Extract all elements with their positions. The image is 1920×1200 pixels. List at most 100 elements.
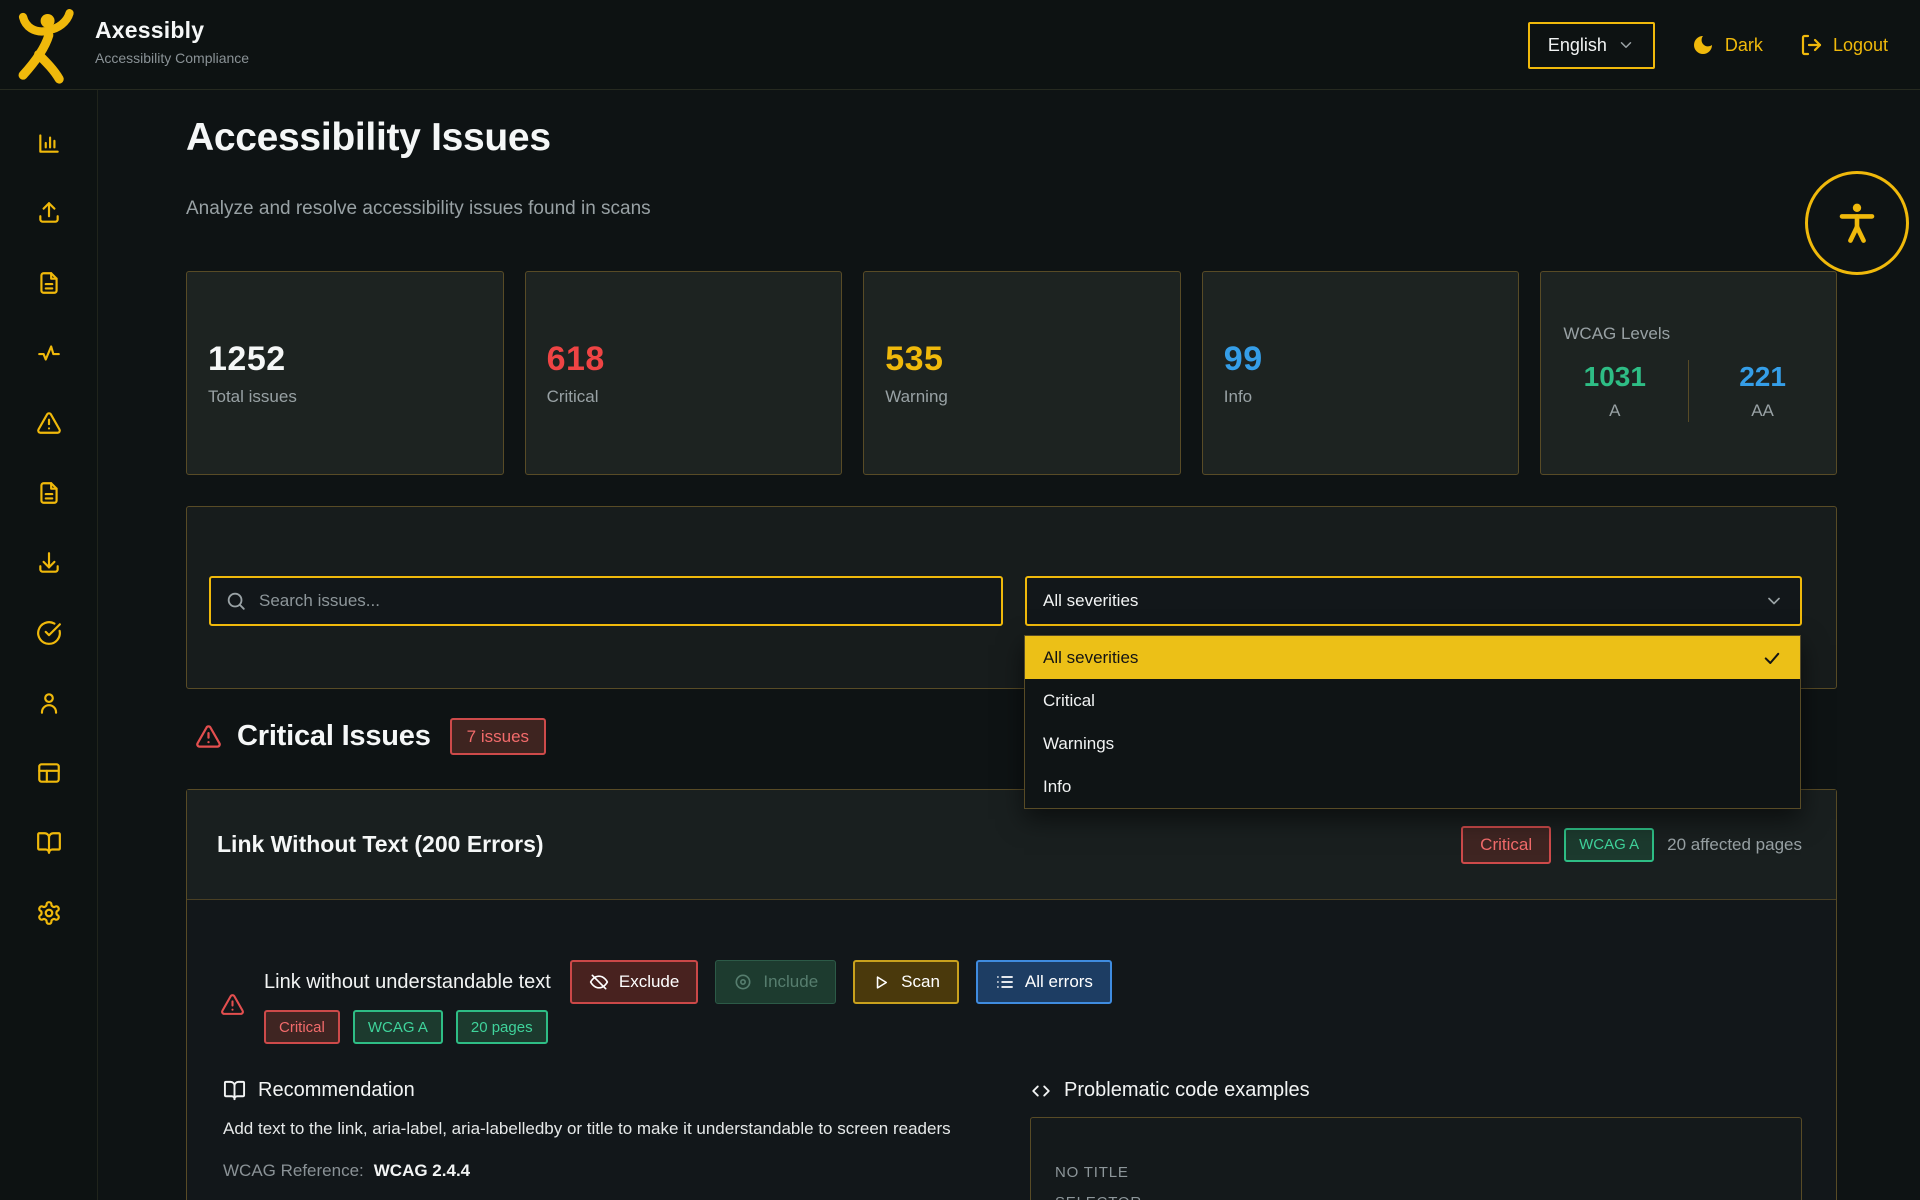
wcag-reference-row: WCAG Reference: WCAG 2.4.4 xyxy=(223,1161,1013,1181)
recommendation-section: Recommendation Add text to the link, ari… xyxy=(223,1079,1013,1181)
dropdown-option-critical[interactable]: Critical xyxy=(1025,679,1800,722)
severity-select[interactable]: All severities xyxy=(1025,576,1802,626)
eye-icon xyxy=(733,972,753,992)
sidebar-item-download-icon[interactable] xyxy=(36,550,62,576)
stat-card-info: 99 Info xyxy=(1202,271,1520,475)
total-issues-value: 1252 xyxy=(208,340,503,379)
severity-badge: Critical xyxy=(264,1010,340,1044)
list-icon xyxy=(995,972,1015,992)
language-select[interactable]: English xyxy=(1528,22,1655,69)
wcag-reference-label: WCAG Reference: xyxy=(223,1161,364,1181)
critical-issues-count-badge: 7 issues xyxy=(450,718,546,755)
severity-select-value: All severities xyxy=(1043,591,1138,611)
code-examples-section: Problematic code examples NO TITLE SELEC… xyxy=(1030,1079,1802,1200)
option-label: All severities xyxy=(1043,648,1138,668)
code-selector-label: SELECTOR xyxy=(1055,1194,1777,1200)
axessibly-logo-icon xyxy=(14,8,76,82)
exclude-label: Exclude xyxy=(619,972,679,992)
code-no-title-label: NO TITLE xyxy=(1055,1164,1777,1181)
wcag-levels-title: WCAG Levels xyxy=(1541,324,1836,344)
sidebar-item-check-circle-icon[interactable] xyxy=(36,620,62,646)
theme-toggle-label: Dark xyxy=(1725,35,1763,56)
critical-issues-title: Critical Issues xyxy=(237,720,431,753)
stat-card-total-issues: 1252 Total issues xyxy=(186,271,504,475)
sidebar-item-bar-chart-icon[interactable] xyxy=(36,130,62,156)
alert-triangle-icon xyxy=(220,992,245,1017)
play-icon xyxy=(872,973,891,992)
wcag-levels-columns: 1031 A 221 AA xyxy=(1541,360,1836,422)
book-open-icon xyxy=(223,1079,246,1102)
top-header: Axessibly Accessibility Compliance Engli… xyxy=(0,0,1920,90)
recommendation-title: Recommendation xyxy=(258,1079,415,1102)
wcag-badge: WCAG A xyxy=(1564,828,1654,862)
code-examples-heading: Problematic code examples xyxy=(1030,1079,1802,1102)
alert-triangle-icon xyxy=(195,723,222,750)
sidebar-item-upload-icon[interactable] xyxy=(36,200,62,226)
search-box xyxy=(209,576,1003,626)
moon-icon xyxy=(1691,33,1715,57)
logout-icon xyxy=(1799,33,1823,57)
sidebar-item-file-text-icon[interactable] xyxy=(36,270,62,296)
option-label: Warnings xyxy=(1043,734,1114,754)
option-label: Info xyxy=(1043,777,1071,797)
accessibility-icon xyxy=(1833,199,1881,247)
code-example-box: NO TITLE SELECTOR xyxy=(1030,1117,1802,1200)
search-input[interactable] xyxy=(259,591,987,611)
header-actions: English Dark Logout xyxy=(1528,0,1888,90)
code-icon xyxy=(1030,1080,1052,1102)
issue-card-title: Link Without Text (200 Errors) xyxy=(217,831,544,858)
page-title: Accessibility Issues xyxy=(186,116,551,160)
affected-pages-label: 20 affected pages xyxy=(1667,835,1802,855)
warning-value: 535 xyxy=(885,340,1180,379)
warning-label: Warning xyxy=(885,387,1180,407)
dropdown-option-warnings[interactable]: Warnings xyxy=(1025,722,1800,765)
app-root: Axessibly Accessibility Compliance Engli… xyxy=(0,0,1920,1200)
severity-badge: Critical xyxy=(1461,826,1551,864)
wcag-reference-value: WCAG 2.4.4 xyxy=(374,1161,470,1181)
search-icon xyxy=(225,590,247,612)
dropdown-option-all-severities[interactable]: All severities xyxy=(1025,636,1800,679)
page-subtitle: Analyze and resolve accessibility issues… xyxy=(186,198,651,220)
wcag-aa-value: 221 xyxy=(1739,361,1786,393)
severity-dropdown-menu: All severities Critical Warnings Info xyxy=(1024,635,1801,809)
option-label: Critical xyxy=(1043,691,1095,711)
info-value: 99 xyxy=(1224,340,1519,379)
sidebar-item-file-report-icon[interactable] xyxy=(36,480,62,506)
wcag-level-aa: 221 AA xyxy=(1689,361,1836,421)
wcag-a-value: 1031 xyxy=(1584,361,1646,393)
error-title: Link without understandable text xyxy=(264,971,551,994)
all-errors-button[interactable]: All errors xyxy=(976,960,1112,1004)
all-errors-label: All errors xyxy=(1025,972,1093,992)
wcag-badge: WCAG A xyxy=(353,1010,443,1044)
chevron-down-icon xyxy=(1764,591,1784,611)
recommendation-text: Add text to the link, aria-label, aria-l… xyxy=(223,1115,1013,1142)
chevron-down-icon xyxy=(1617,36,1635,54)
sidebar-item-layout-icon[interactable] xyxy=(36,760,62,786)
wcag-aa-label: AA xyxy=(1751,401,1774,421)
critical-label: Critical xyxy=(547,387,842,407)
sidebar-item-book-open-icon[interactable] xyxy=(36,830,62,856)
info-label: Info xyxy=(1224,387,1519,407)
stat-card-warning: 535 Warning xyxy=(863,271,1181,475)
recommendation-heading: Recommendation xyxy=(223,1079,1013,1102)
sidebar-item-settings-icon[interactable] xyxy=(36,900,62,926)
exclude-button[interactable]: Exclude xyxy=(570,960,698,1004)
language-value: English xyxy=(1548,35,1607,56)
accessibility-widget-button[interactable] xyxy=(1805,171,1909,275)
wcag-a-label: A xyxy=(1609,401,1620,421)
theme-toggle-button[interactable]: Dark xyxy=(1691,33,1763,57)
sidebar-nav xyxy=(0,90,98,1200)
sidebar-item-alert-triangle-icon[interactable] xyxy=(36,410,62,436)
stat-card-wcag-levels: WCAG Levels 1031 A 221 AA xyxy=(1540,271,1837,475)
sidebar-item-activity-icon[interactable] xyxy=(36,340,62,366)
sidebar-item-user-icon[interactable] xyxy=(36,690,62,716)
include-button[interactable]: Include xyxy=(715,960,836,1004)
include-label: Include xyxy=(763,972,818,992)
app-subtitle: Accessibility Compliance xyxy=(95,50,249,66)
logout-button[interactable]: Logout xyxy=(1799,33,1888,57)
dropdown-option-info[interactable]: Info xyxy=(1025,765,1800,808)
wcag-level-a: 1031 A xyxy=(1541,361,1688,421)
scan-label: Scan xyxy=(901,972,940,992)
critical-value: 618 xyxy=(547,340,842,379)
scan-button[interactable]: Scan xyxy=(853,960,959,1004)
